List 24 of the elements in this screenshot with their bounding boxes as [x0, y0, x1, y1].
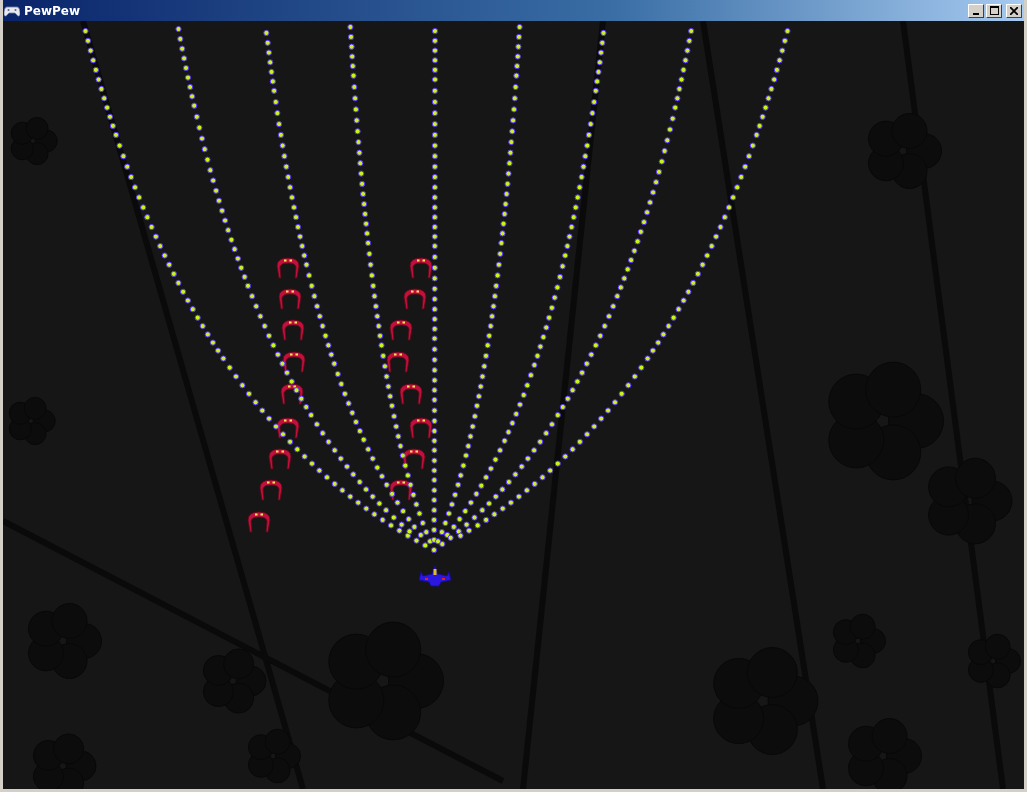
- gamepad-icon: [4, 3, 20, 18]
- window-title: PewPew: [24, 3, 82, 18]
- minimize-button[interactable]: [968, 3, 984, 18]
- enemy-sprite: [403, 288, 427, 310]
- minimize-icon: [973, 12, 979, 15]
- enemy-sprite: [281, 319, 305, 341]
- enemy-sprite: [386, 351, 410, 373]
- enemy-sprite: [247, 511, 271, 533]
- enemy-sprite: [276, 257, 300, 279]
- enemy-sprite: [278, 288, 302, 310]
- close-icon: [1010, 6, 1018, 15]
- enemy-sprite: [276, 417, 300, 439]
- maximize-button[interactable]: [986, 3, 1002, 18]
- enemy-sprite: [259, 479, 283, 501]
- enemy-sprite: [268, 448, 292, 470]
- enemy-sprite: [282, 351, 306, 373]
- enemy-sprite: [389, 319, 413, 341]
- enemy-sprite: [402, 448, 426, 470]
- enemy-sprite: [399, 383, 423, 405]
- enemy-sprite: [409, 257, 433, 279]
- player-ship-sprite: [418, 565, 452, 587]
- close-button[interactable]: [1006, 3, 1022, 18]
- enemy-sprite: [409, 417, 433, 439]
- maximize-icon: [989, 6, 999, 15]
